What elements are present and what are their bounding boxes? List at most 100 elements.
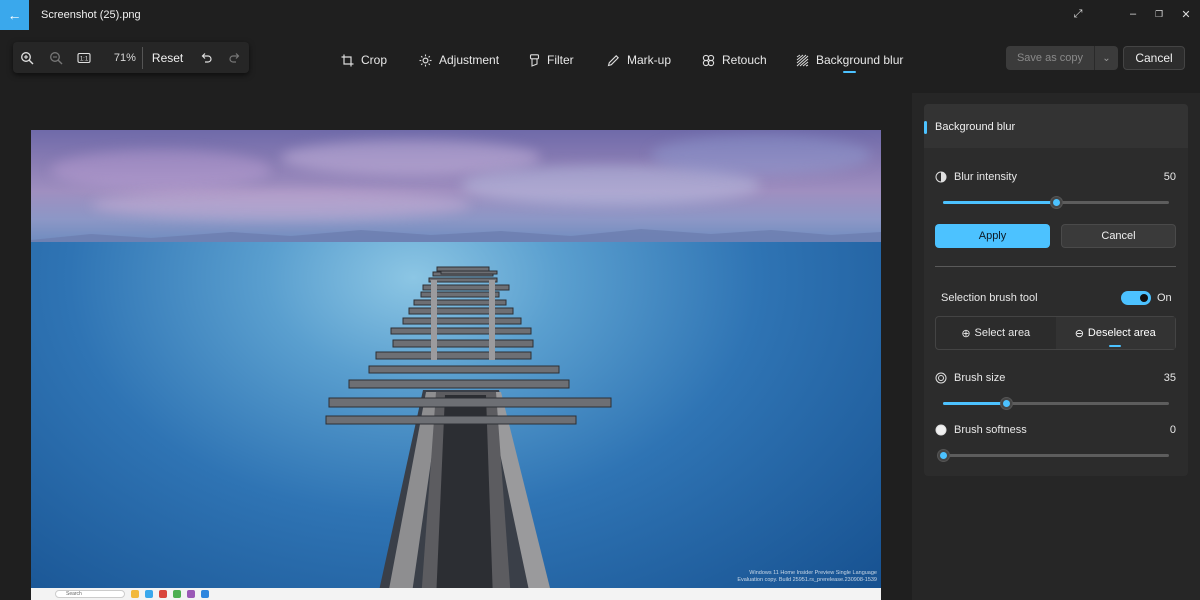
brush-softness-value: 0 — [1169, 424, 1176, 436]
maximize-button[interactable]: ❐ — [1149, 5, 1169, 23]
photos-editor-app: ← Screenshot (25).png ⤢ – ❐ ✕ 1:1 71% Re… — [0, 0, 1200, 600]
panel-header: Background blur — [924, 104, 1188, 148]
minimize-button[interactable]: – — [1123, 5, 1143, 23]
brush-size-text: Brush size — [954, 372, 1006, 384]
panel-header-accent — [924, 121, 927, 134]
blur-intensity-slider[interactable] — [943, 196, 1169, 209]
taskbar-app — [159, 590, 167, 598]
tab-adjustment[interactable]: Adjustment — [419, 50, 499, 70]
taskbar-app — [131, 590, 139, 598]
brush-softness-label: Brush softness — [935, 424, 1027, 436]
tab-label: Adjustment — [439, 53, 500, 67]
blur-intensity-text: Blur intensity — [954, 171, 1017, 183]
taskbar-app — [201, 590, 209, 598]
sun-icon — [419, 54, 432, 66]
active-mode-indicator — [1109, 345, 1122, 347]
tab-label: Filter — [547, 53, 574, 67]
retouch-icon — [702, 54, 715, 66]
zoom-out-icon — [49, 51, 63, 64]
blur-intensity-label: Blur intensity — [935, 171, 1017, 183]
captured-taskbar: Search — [31, 588, 881, 600]
minus-circle-icon: ⊖ — [1074, 327, 1084, 340]
expand-icon: ⤢ — [1073, 7, 1083, 20]
tab-markup[interactable]: Mark-up — [607, 50, 671, 70]
undo-icon — [201, 53, 212, 63]
tab-crop[interactable]: Crop — [341, 50, 387, 70]
brush-softness-slider[interactable] — [937, 449, 1169, 462]
zoom-in-button[interactable] — [13, 42, 41, 73]
blur-icon — [796, 54, 809, 66]
zoom-out-button[interactable] — [41, 42, 69, 73]
slider-thumb[interactable] — [1000, 397, 1014, 410]
zoom-toolbar: 1:1 71% Reset — [13, 42, 249, 73]
watermark-line-1: Windows 11 Home Insider Preview Single L… — [749, 570, 877, 576]
tab-retouch[interactable]: Retouch — [702, 50, 767, 70]
selection-brush-toggle[interactable] — [1121, 291, 1151, 305]
taskbar-app — [187, 590, 195, 598]
save-as-copy-button[interactable]: Save as copy ⌄ — [1006, 46, 1118, 70]
actual-size-button[interactable]: 1:1 — [70, 42, 98, 73]
brush-size-value: 35 — [1163, 372, 1176, 384]
slider-fill — [943, 201, 1056, 204]
deselect-area-button[interactable]: ⊖ Deselect area — [1055, 317, 1175, 349]
taskbar-app — [173, 590, 181, 598]
windows-watermark: Windows 11 Home Insider Preview Single L… — [737, 570, 877, 584]
background-blur-panel: Background blur Blur intensity 50 Apply … — [924, 104, 1188, 476]
selection-mode-selector: ⊕ Select area ⊖ Deselect area — [935, 316, 1176, 350]
close-icon: ✕ — [1181, 8, 1191, 21]
brush-size-slider[interactable] — [943, 397, 1169, 410]
select-area-button[interactable]: ⊕ Select area — [936, 317, 1056, 349]
blur-intensity-value: 50 — [1163, 171, 1176, 183]
brush-size-icon — [935, 372, 947, 384]
minimize-icon: – — [1129, 8, 1137, 20]
tab-label: Crop — [361, 53, 388, 67]
panel-cancel-button[interactable]: Cancel — [1061, 224, 1176, 248]
active-tab-indicator — [843, 71, 856, 73]
panel-divider — [935, 266, 1176, 267]
slider-thumb[interactable] — [937, 449, 950, 462]
photo-pier — [325, 266, 612, 600]
redo-button[interactable] — [221, 42, 249, 73]
selection-brush-label: Selection brush tool — [941, 292, 1038, 304]
brush-size-label: Brush size — [935, 372, 1005, 384]
slider-fill — [943, 402, 1007, 405]
photo-canvas[interactable]: Windows 11 Home Insider Preview Single L… — [31, 130, 881, 600]
window-title: Screenshot (25).png — [41, 9, 141, 21]
tab-background-blur[interactable]: Background blur — [796, 50, 903, 70]
panel-title: Background blur — [935, 121, 1016, 133]
select-area-label: Select area — [974, 327, 1031, 339]
title-bar: ← Screenshot (25).png ⤢ – ❐ ✕ — [0, 0, 1200, 30]
tab-label: Background blur — [816, 53, 904, 67]
blur-intensity-icon — [935, 171, 947, 183]
cancel-button[interactable]: Cancel — [1123, 46, 1185, 70]
taskbar-app — [145, 590, 153, 598]
filter-icon — [529, 53, 540, 67]
actual-size-icon: 1:1 — [77, 52, 91, 63]
apply-button[interactable]: Apply — [935, 224, 1050, 248]
selection-brush-state: On — [1157, 292, 1172, 304]
full-screen-button[interactable]: ⤢ — [1068, 5, 1088, 23]
zoom-level[interactable]: 71% — [98, 52, 136, 64]
close-button[interactable]: ✕ — [1176, 5, 1196, 23]
taskbar-search: Search — [55, 590, 125, 598]
zoom-in-icon — [21, 51, 34, 64]
arrow-left-icon: ← — [7, 7, 22, 23]
svg-text:1:1: 1:1 — [80, 56, 89, 62]
tab-label: Mark-up — [627, 53, 672, 67]
watermark-line-2: Evaluation copy. Build 25951.rs_prerelea… — [737, 577, 877, 583]
undo-button[interactable] — [192, 42, 220, 73]
chevron-down-icon[interactable]: ⌄ — [1094, 46, 1118, 70]
plus-circle-icon: ⊕ — [961, 327, 971, 340]
maximize-icon: ❐ — [1154, 8, 1164, 19]
slider-thumb[interactable] — [1050, 196, 1063, 209]
brush-softness-text: Brush softness — [954, 424, 1027, 436]
reset-button[interactable]: Reset — [143, 51, 192, 65]
tab-label: Retouch — [722, 53, 767, 67]
pen-icon — [607, 54, 619, 66]
back-button[interactable]: ← — [0, 0, 29, 30]
redo-icon — [229, 53, 240, 63]
deselect-area-label: Deselect area — [1087, 327, 1156, 339]
tab-filter[interactable]: Filter — [529, 50, 574, 70]
save-as-copy-label: Save as copy — [1016, 52, 1084, 64]
crop-icon — [341, 54, 354, 66]
